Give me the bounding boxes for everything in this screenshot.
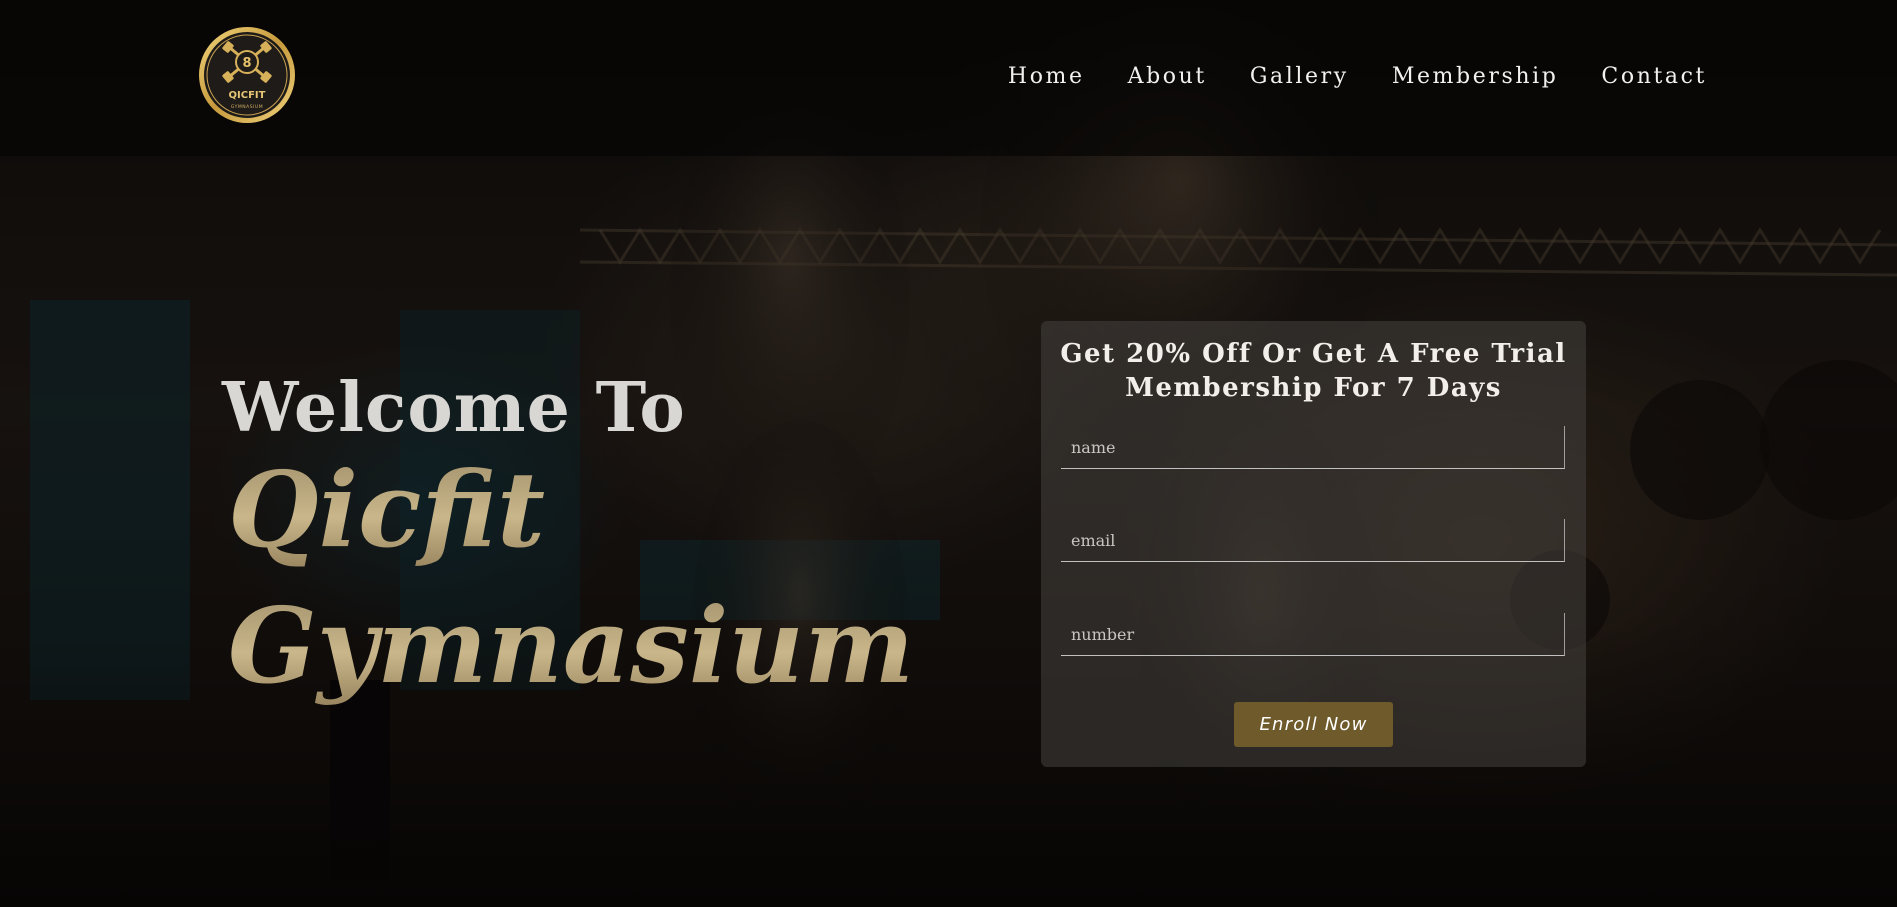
svg-text:8: 8 [242, 56, 251, 71]
main-nav: Home About Gallery Membership Contact [965, 62, 1707, 92]
form-title-line1: Get 20% Off Or Get A Free Trial [1060, 339, 1567, 369]
nav-about[interactable]: About [1128, 62, 1207, 92]
trial-signup-form: Get 20% Off Or Get A Free Trial Membersh… [1041, 321, 1586, 767]
number-input[interactable] [1061, 613, 1565, 656]
email-input[interactable] [1061, 519, 1565, 562]
hero-heading: Welcome To Qicfit Gymnasium [222, 368, 922, 716]
hero-brand-line1: Qicfit [228, 440, 922, 580]
nav-gallery[interactable]: Gallery [1250, 62, 1349, 92]
name-input[interactable] [1061, 426, 1565, 469]
svg-text:QICFIT: QICFIT [229, 90, 266, 101]
form-title-line2: Membership For 7 Days [1125, 373, 1502, 403]
dumbbell-emblem-icon: 8 QICFIT GYMNASIUM [199, 27, 295, 123]
form-title: Get 20% Off Or Get A Free Trial Membersh… [1041, 337, 1586, 405]
nav-home[interactable]: Home [1008, 62, 1085, 92]
hero-welcome-text: Welcome To [222, 368, 686, 448]
hero-brand-line2: Gymnasium [228, 576, 922, 716]
nav-contact[interactable]: Contact [1601, 62, 1707, 92]
brand-logo[interactable]: 8 QICFIT GYMNASIUM [197, 25, 297, 125]
header-navbar: 8 QICFIT GYMNASIUM Home About Gallery Me… [0, 0, 1897, 156]
svg-text:GYMNASIUM: GYMNASIUM [231, 104, 263, 110]
nav-membership[interactable]: Membership [1392, 62, 1559, 92]
enroll-now-button[interactable]: Enroll Now [1234, 702, 1393, 747]
page: 8 QICFIT GYMNASIUM Home About Gallery Me… [0, 0, 1897, 907]
